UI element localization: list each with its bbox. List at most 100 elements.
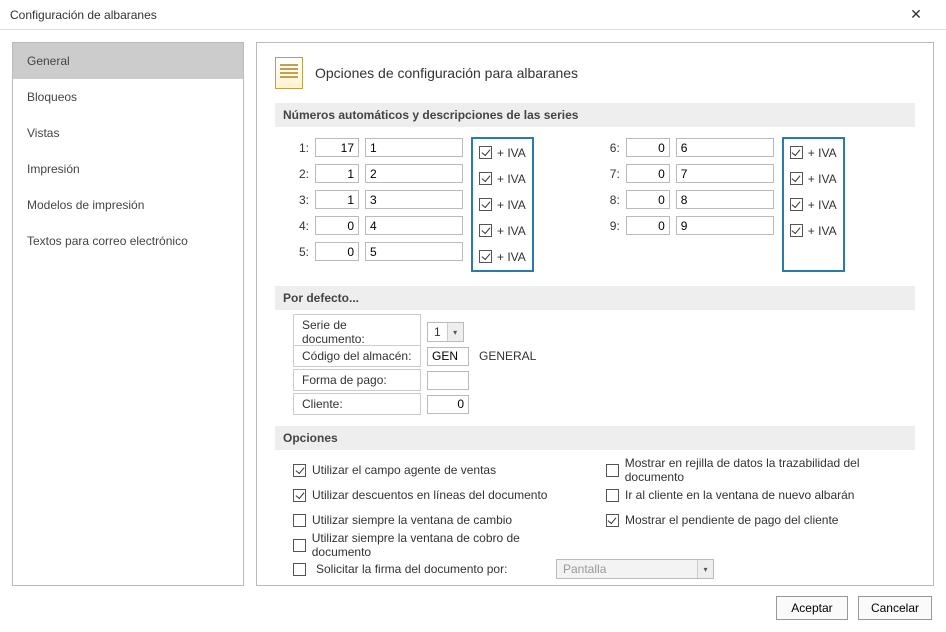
series-row: 6: [604, 137, 774, 158]
series-row: 8: [604, 189, 774, 210]
series-row: 3: [293, 189, 463, 210]
option-checkbox[interactable] [293, 464, 306, 477]
option-checkbox[interactable] [606, 489, 619, 502]
series-row: 2: [293, 163, 463, 184]
option-row: Utilizar el campo agente de ventas [293, 460, 576, 480]
titlebar: Configuración de albaranes ✕ [0, 0, 946, 30]
series-index-label: 5: [293, 245, 309, 259]
iva-label: + IVA [497, 198, 526, 212]
pago-label: Forma de pago: [293, 369, 421, 391]
option-row: Mostrar en rejilla de datos la trazabili… [606, 460, 915, 480]
chevron-down-icon[interactable]: ▾ [447, 323, 463, 341]
sidebar-item-0[interactable]: General [13, 43, 243, 79]
option-row: Mostrar el pendiente de pago del cliente [606, 510, 915, 530]
iva-label: + IVA [808, 172, 837, 186]
section-series-title: Números automáticos y descripciones de l… [275, 103, 915, 127]
series-row: 1: [293, 137, 463, 158]
series-row: 4: [293, 215, 463, 236]
iva-checkbox[interactable] [479, 172, 492, 185]
pago-input[interactable] [427, 371, 469, 390]
firma-dropdown[interactable]: Pantalla ▾ [556, 559, 714, 579]
cliente-input[interactable] [427, 395, 469, 414]
sidebar-item-2[interactable]: Vistas [13, 115, 243, 151]
iva-label: + IVA [497, 250, 526, 264]
section-options-title: Opciones [275, 426, 915, 450]
option-row: Ir al cliente en la ventana de nuevo alb… [606, 485, 915, 505]
precio-dropdown[interactable]: Mostrar los últimos aplicados en el artí… [529, 585, 915, 586]
sidebar-item-5[interactable]: Textos para correo electrónico [13, 223, 243, 259]
sidebar-item-4[interactable]: Modelos de impresión [13, 187, 243, 223]
series-index-label: 8: [604, 193, 620, 207]
series-desc-input[interactable] [676, 216, 774, 235]
series-index-label: 2: [293, 167, 309, 181]
iva-checkbox[interactable] [790, 172, 803, 185]
option-checkbox[interactable] [293, 489, 306, 502]
option-row: Utilizar descuentos en líneas del docume… [293, 485, 576, 505]
series-number-input[interactable] [626, 190, 670, 209]
firma-label: Solicitar la firma del documento por: [316, 562, 546, 576]
iva-label: + IVA [808, 146, 837, 160]
almacen-label: Código del almacén: [293, 345, 421, 367]
series-desc-input[interactable] [676, 138, 774, 157]
almacen-name: GENERAL [479, 349, 536, 363]
section-defaults-title: Por defecto... [275, 286, 915, 310]
option-row: Utilizar siempre la ventana de cambio [293, 510, 576, 530]
series-desc-input[interactable] [365, 216, 463, 235]
sidebar-item-1[interactable]: Bloqueos [13, 79, 243, 115]
close-button[interactable]: ✕ [896, 1, 936, 29]
iva-checkbox[interactable] [479, 146, 492, 159]
series-desc-input[interactable] [365, 164, 463, 183]
series-index-label: 4: [293, 219, 309, 233]
series-index-label: 6: [604, 141, 620, 155]
series-index-label: 1: [293, 141, 309, 155]
option-checkbox[interactable] [293, 539, 306, 552]
iva-checkbox[interactable] [479, 250, 492, 263]
series-number-input[interactable] [315, 190, 359, 209]
series-number-input[interactable] [315, 242, 359, 261]
option-label: Mostrar en rejilla de datos la trazabili… [625, 456, 915, 484]
series-index-label: 9: [604, 219, 620, 233]
series-number-input[interactable] [626, 164, 670, 183]
series-number-input[interactable] [626, 216, 670, 235]
sidebar-item-3[interactable]: Impresión [13, 151, 243, 187]
series-row: 7: [604, 163, 774, 184]
series-number-input[interactable] [626, 138, 670, 157]
iva-checkbox[interactable] [479, 198, 492, 211]
series-desc-input[interactable] [676, 164, 774, 183]
iva-group-left: + IVA+ IVA+ IVA+ IVA+ IVA [471, 137, 534, 272]
window-title: Configuración de albaranes [10, 8, 896, 22]
iva-checkbox[interactable] [790, 198, 803, 211]
series-number-input[interactable] [315, 164, 359, 183]
series-desc-input[interactable] [365, 190, 463, 209]
option-checkbox[interactable] [293, 514, 306, 527]
series-index-label: 3: [293, 193, 309, 207]
series-desc-input[interactable] [676, 190, 774, 209]
sidebar: GeneralBloqueosVistasImpresiónModelos de… [12, 42, 244, 586]
option-label: Utilizar siempre la ventana de cobro de … [312, 531, 576, 559]
option-label: Utilizar el campo agente de ventas [312, 463, 496, 477]
accept-button[interactable]: Aceptar [776, 596, 848, 620]
page-title: Opciones de configuración para albaranes [315, 65, 578, 81]
series-number-input[interactable] [315, 216, 359, 235]
option-label: Mostrar el pendiente de pago del cliente [625, 513, 838, 527]
chevron-down-icon[interactable]: ▾ [697, 560, 713, 578]
iva-checkbox[interactable] [790, 224, 803, 237]
option-checkbox[interactable] [606, 464, 619, 477]
option-label: Utilizar descuentos en líneas del docume… [312, 488, 547, 502]
iva-label: + IVA [808, 224, 837, 238]
iva-label: + IVA [497, 146, 526, 160]
serie-dropdown[interactable]: 1 ▾ [427, 322, 464, 342]
option-label: Utilizar siempre la ventana de cambio [312, 513, 512, 527]
iva-label: + IVA [497, 224, 526, 238]
main-panel: Opciones de configuración para albaranes… [256, 42, 934, 586]
firma-checkbox[interactable] [293, 563, 306, 576]
iva-checkbox[interactable] [479, 224, 492, 237]
series-number-input[interactable] [315, 138, 359, 157]
option-checkbox[interactable] [606, 514, 619, 527]
series-desc-input[interactable] [365, 138, 463, 157]
iva-group-right: + IVA+ IVA+ IVA+ IVA [782, 137, 845, 272]
series-desc-input[interactable] [365, 242, 463, 261]
almacen-code-input[interactable] [427, 347, 469, 366]
cancel-button[interactable]: Cancelar [858, 596, 932, 620]
iva-checkbox[interactable] [790, 146, 803, 159]
